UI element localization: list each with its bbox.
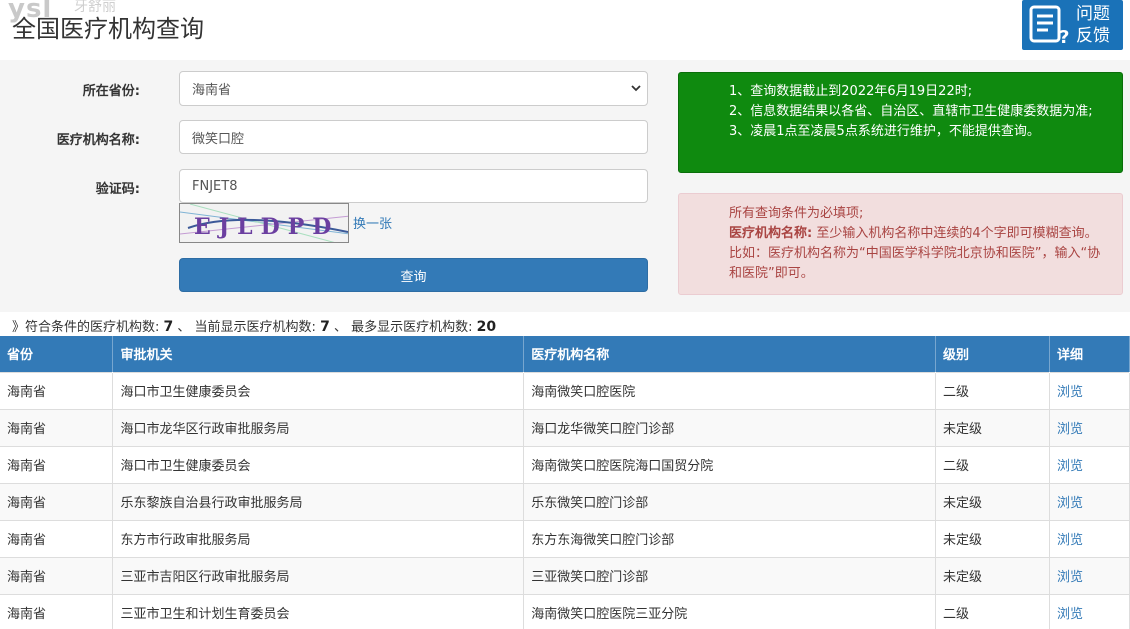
col-header-level: 级别	[935, 336, 1050, 372]
table-row: 海南省 海口市龙华区行政审批服务局 海口龙华微笑口腔门诊部 未定级 浏览	[0, 408, 1130, 446]
col-header-province: 省份	[0, 336, 114, 372]
captcha-image[interactable]: EJLDPD	[179, 203, 349, 243]
cell-org-name: 三亚微笑口腔门诊部	[523, 556, 937, 594]
cell-province: 海南省	[0, 519, 114, 557]
province-label: 所在省份:	[82, 84, 140, 99]
table-row: 海南省 东方市行政审批服务局 东方东海微笑口腔门诊部 未定级 浏览	[0, 519, 1130, 557]
cell-authority: 乐东黎族自治县行政审批服务局	[112, 482, 525, 520]
cell-org-name: 海南微笑口腔医院海口国贸分院	[523, 445, 937, 483]
svg-text:?: ?	[1059, 27, 1069, 47]
warning-line-2: 医疗机构名称: 至少输入机构名称中连续的4个字即可模糊查询。比如：医疗机构名称为…	[729, 224, 1108, 284]
summary-sep-1: 、 当前显示医疗机构数:	[177, 320, 316, 335]
table-row: 海南省 三亚市吉阳区行政审批服务局 三亚微笑口腔门诊部 未定级 浏览	[0, 556, 1130, 594]
search-form: 所在省份: 海南省 医疗机构名称: 微笑口腔 验证码: FNJET8 EJLDP…	[0, 60, 1130, 312]
cell-level: 未定级	[935, 519, 1050, 557]
cell-province: 海南省	[0, 408, 114, 446]
cell-org-name: 海南微笑口腔医院三亚分院	[523, 593, 937, 629]
org-name-input[interactable]: 微笑口腔	[179, 120, 648, 154]
page-title: 全国医疗机构查询	[12, 15, 204, 43]
cell-authority: 三亚市卫生和计划生育委员会	[112, 593, 525, 629]
max-count: 20	[476, 319, 497, 335]
cell-level: 未定级	[935, 482, 1050, 520]
cell-province: 海南省	[0, 445, 114, 483]
table-header-row: 省份 审批机关 医疗机构名称 级别 详细	[0, 336, 1130, 372]
cell-level: 二级	[935, 593, 1050, 629]
refresh-captcha-link[interactable]: 换一张	[353, 213, 392, 232]
feedback-label-1: 问题	[1076, 4, 1110, 24]
cell-authority: 海口市龙华区行政审批服务局	[112, 408, 525, 446]
province-select-value: 海南省	[192, 83, 232, 98]
browse-link[interactable]: 浏览	[1049, 408, 1130, 446]
captcha-input[interactable]: FNJET8	[179, 169, 648, 203]
query-button[interactable]: 查询	[179, 258, 648, 292]
cell-authority: 三亚市吉阳区行政审批服务局	[112, 556, 525, 594]
cell-province: 海南省	[0, 593, 114, 629]
province-select[interactable]: 海南省	[179, 71, 648, 106]
cell-org-name: 乐东微笑口腔门诊部	[523, 482, 937, 520]
feedback-label-2: 反馈	[1076, 26, 1110, 46]
cell-level: 未定级	[935, 408, 1050, 446]
shown-count: 7	[320, 319, 330, 335]
captcha-text: EJLDPD	[194, 214, 339, 240]
browse-link[interactable]: 浏览	[1049, 371, 1130, 409]
browse-link[interactable]: 浏览	[1049, 556, 1130, 594]
table-row: 海南省 海口市卫生健康委员会 海南微笑口腔医院 二级 浏览	[0, 371, 1130, 409]
cell-province: 海南省	[0, 556, 114, 594]
table-row: 海南省 三亚市卫生和计划生育委员会 海南微笑口腔医院三亚分院 二级 浏览	[0, 593, 1130, 629]
cell-level: 二级	[935, 371, 1050, 409]
summary-prefix: 》符合条件的医疗机构数:	[12, 320, 160, 335]
warning-notice: 所有查询条件为必填项; 医疗机构名称: 至少输入机构名称中连续的4个字即可模糊查…	[678, 193, 1123, 295]
table-row: 海南省 乐东黎族自治县行政审批服务局 乐东微笑口腔门诊部 未定级 浏览	[0, 482, 1130, 520]
cell-level: 未定级	[935, 556, 1050, 594]
chevron-down-icon	[631, 85, 641, 92]
org-name-label: 医疗机构名称:	[56, 133, 140, 148]
cell-province: 海南省	[0, 482, 114, 520]
warning-line-1: 所有查询条件为必填项;	[729, 206, 864, 221]
col-header-detail: 详细	[1049, 336, 1130, 372]
feedback-icon: ?	[1029, 5, 1069, 47]
warning-line-2-bold: 医疗机构名称:	[729, 226, 813, 241]
browse-link[interactable]: 浏览	[1049, 519, 1130, 557]
summary-sep-2: 、 最多显示医疗机构数:	[333, 320, 473, 335]
cell-level: 二级	[935, 445, 1050, 483]
cell-org-name: 海南微笑口腔医院	[523, 371, 937, 409]
cell-authority: 东方市行政审批服务局	[112, 519, 525, 557]
info-line-2: 2、信息数据结果以各省、自治区、直辖市卫生健康委数据为准;	[729, 104, 1093, 119]
table-row: 海南省 海口市卫生健康委员会 海南微笑口腔医院海口国贸分院 二级 浏览	[0, 445, 1130, 483]
col-header-org-name: 医疗机构名称	[523, 336, 937, 372]
captcha-label: 验证码:	[95, 182, 140, 197]
info-line-1: 1、查询数据截止到2022年6月19日22时;	[729, 84, 973, 99]
cell-authority: 海口市卫生健康委员会	[112, 371, 525, 409]
browse-link[interactable]: 浏览	[1049, 593, 1130, 629]
col-header-authority: 审批机关	[112, 336, 525, 372]
browse-link[interactable]: 浏览	[1049, 482, 1130, 520]
results-table: 省份 审批机关 医疗机构名称 级别 详细 海南省 海口市卫生健康委员会 海南微笑…	[0, 336, 1130, 629]
cell-org-name: 东方东海微笑口腔门诊部	[523, 519, 937, 557]
cell-province: 海南省	[0, 371, 114, 409]
result-summary: 》符合条件的医疗机构数: 7 、 当前显示医疗机构数: 7 、 最多显示医疗机构…	[12, 316, 496, 335]
page-header: ysl 牙舒丽 全国医疗机构查询 ? 问题 反馈	[0, 0, 1130, 60]
cell-authority: 海口市卫生健康委员会	[112, 445, 525, 483]
info-notice: 1、查询数据截止到2022年6月19日22时; 2、信息数据结果以各省、自治区、…	[678, 72, 1123, 173]
browse-link[interactable]: 浏览	[1049, 445, 1130, 483]
matched-count: 7	[163, 319, 174, 335]
info-line-3: 3、凌晨1点至凌晨5点系统进行维护，不能提供查询。	[729, 124, 1040, 139]
cell-org-name: 海口龙华微笑口腔门诊部	[523, 408, 937, 446]
feedback-button[interactable]: ? 问题 反馈	[1022, 0, 1123, 50]
